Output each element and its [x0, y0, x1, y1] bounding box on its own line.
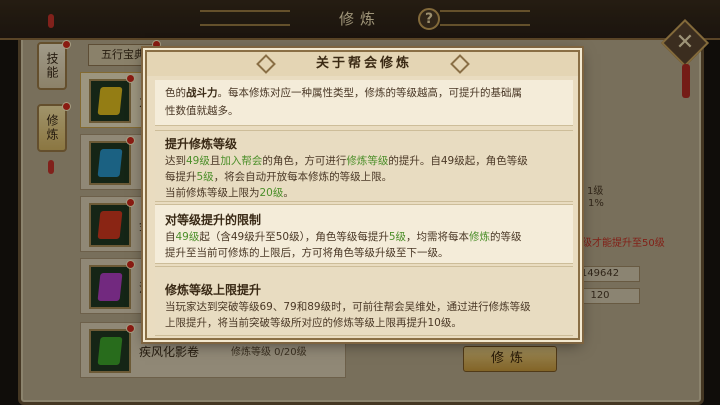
- section-line: 当前修炼等级上限为20级。: [165, 185, 294, 200]
- popup-header: 关于帮会修炼: [147, 52, 578, 76]
- text: 起（含49级升至50级），角色等级每提升: [199, 231, 389, 243]
- text: ，均需将每本: [406, 231, 470, 243]
- text: 。: [283, 187, 294, 199]
- section-line: 每提升5级，将会自动开放每本修炼的等级上限。: [165, 169, 392, 184]
- section-line: 上限提升，将当前突破等级所对应的修炼等级上限再提升10级。: [165, 317, 462, 329]
- highlight-text: 20级: [259, 187, 284, 199]
- intro-line: 性数值就越多。: [165, 105, 239, 117]
- text: 色的: [165, 87, 186, 99]
- highlight-text: 5级: [388, 231, 407, 243]
- popup-title: 关于帮会修炼: [315, 56, 412, 71]
- section-upgrade-level: 提升修炼等级 达到49级且加入帮会的角色，方可进行修炼等级的提升。自49级起，角…: [155, 130, 573, 202]
- highlight-text: 战斗力: [186, 87, 218, 99]
- intro-line: 色的战斗力。每本修炼对应一种属性类型，修炼的等级越高，可提升的基础属: [165, 85, 522, 100]
- highlight-text: 修炼: [469, 231, 491, 243]
- section-title: 提升修炼等级: [165, 137, 238, 151]
- popup-scroll-area[interactable]: 色的战斗力。每本修炼对应一种属性类型，修炼的等级越高，可提升的基础属 性数值就越…: [155, 80, 573, 336]
- highlight-text: 49级: [186, 155, 210, 167]
- highlight-text: 49级: [175, 231, 200, 243]
- section-level-limit: 对等级提升的限制 自49级起（含49级升至50级），角色等级每提升5级，均需将每…: [155, 204, 573, 264]
- text: 当前修炼等级上限为: [165, 187, 260, 199]
- text: 的等级: [490, 231, 522, 243]
- section-title: 对等级提升的限制: [165, 213, 262, 227]
- section-line: 提升至当前可修炼的上限后，方可将角色等级升级至下一级。: [165, 247, 449, 259]
- section-line: 当玩家达到突破等级69、79和89级时，可前往帮会吴维处，通过进行修炼等级: [165, 301, 531, 313]
- section-title: 修炼等级上限提升: [165, 283, 262, 297]
- highlight-text: 修炼等级: [346, 155, 389, 167]
- text: 达到: [165, 155, 186, 167]
- text: 每提升: [165, 171, 197, 183]
- text: ，将会自动开放每本修炼的等级上限。: [213, 171, 393, 183]
- text: 自: [165, 231, 176, 243]
- highlight-text: 加入帮会: [220, 155, 263, 167]
- section-line: 达到49级且加入帮会的角色，方可进行修炼等级的提升。自49级起，角色等级: [165, 153, 528, 168]
- info-popup: 关于帮会修炼 色的战斗力。每本修炼对应一种属性类型，修炼的等级越高，可提升的基础…: [145, 50, 580, 340]
- intro-section: 色的战斗力。每本修炼对应一种属性类型，修炼的等级越高，可提升的基础属 性数值就越…: [155, 80, 573, 126]
- section-line: 自49级起（含49级升至50级），角色等级每提升5级，均需将每本修炼的等级: [165, 229, 522, 244]
- text: 。每本修炼对应一种属性类型，修炼的等级越高，可提升的基础属: [217, 87, 523, 99]
- ornament-icon: [450, 54, 470, 74]
- ornament-icon: [256, 54, 276, 74]
- highlight-text: 5级: [196, 171, 214, 183]
- section-limit-raise: 修炼等级上限提升 当玩家达到突破等级69、79和89级时，可前往帮会吴维处，通过…: [155, 266, 573, 336]
- text: 的提升。自49级起，角色等级: [388, 155, 528, 167]
- text: 的角色，方可进行: [262, 155, 347, 167]
- text: 且: [209, 155, 221, 167]
